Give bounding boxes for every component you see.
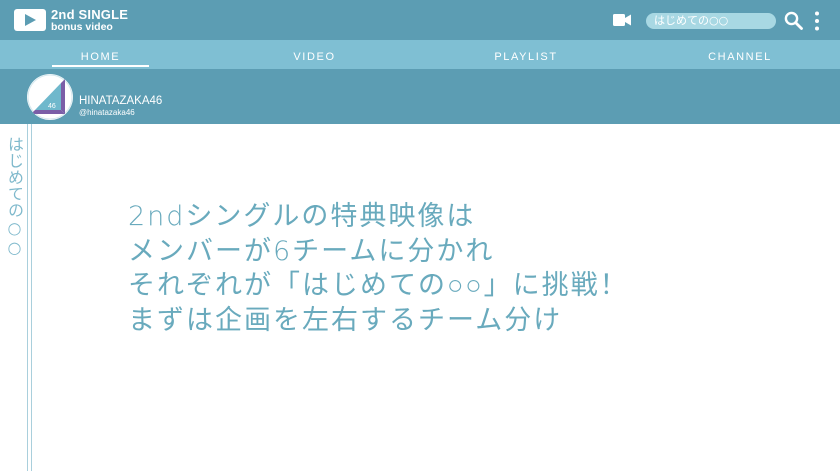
- logo-title: 2nd SINGLE: [51, 7, 129, 22]
- tab-playlist-label: PLAYLIST: [494, 51, 558, 63]
- play-icon[interactable]: [14, 9, 46, 31]
- tab-home[interactable]: HOME: [52, 40, 149, 69]
- rail-line: [27, 124, 28, 471]
- logo-subtitle: bonus video: [51, 21, 113, 33]
- nav-bar: HOME VIDEO PLAYLIST CHANNEL: [0, 40, 840, 69]
- vertical-video-title: はじめての○○: [5, 136, 24, 258]
- logo[interactable]: 2nd SINGLE bonus video: [51, 8, 128, 33]
- rail-line: [31, 124, 32, 471]
- caption-line: まずは企画を左右するチーム分け: [128, 304, 563, 336]
- caption-line: 2ndシングルの特典映像は: [128, 201, 476, 232]
- channel-name[interactable]: HINATAZAKA46: [79, 95, 162, 108]
- video-camera-icon[interactable]: [613, 13, 631, 27]
- channel-handle: @hinatazaka46: [79, 108, 135, 117]
- search-icon[interactable]: [784, 11, 803, 30]
- avatar-text: 46: [48, 103, 56, 110]
- tab-video[interactable]: VIDEO: [266, 40, 363, 69]
- top-bar: 2nd SINGLE bonus video: [0, 0, 840, 40]
- more-vertical-icon[interactable]: [813, 11, 821, 31]
- avatar[interactable]: 46: [27, 74, 73, 120]
- tab-channel-label: CHANNEL: [708, 51, 772, 63]
- video-caption: 2ndシングルの特典映像は メンバーが6チームに分かれ それぞれが「はじめての○…: [128, 200, 768, 338]
- video-page: 2nd SINGLE bonus video HOME VIDEO PLAYLI…: [0, 0, 840, 471]
- search-input[interactable]: [646, 13, 776, 29]
- caption-line: メンバーが6チームに分かれ: [128, 235, 495, 267]
- channel-bar: 46 HINATAZAKA46 @hinatazaka46: [0, 69, 840, 124]
- tab-channel[interactable]: CHANNEL: [690, 40, 790, 69]
- active-tab-underline: [52, 65, 149, 67]
- caption-line: それぞれが「はじめての○○」に挑戦！: [128, 270, 629, 301]
- hinatazaka46-logo-icon: 46: [27, 74, 73, 120]
- tab-playlist[interactable]: PLAYLIST: [476, 40, 576, 69]
- tab-home-label: HOME: [80, 51, 121, 63]
- tab-video-label: VIDEO: [293, 51, 336, 63]
